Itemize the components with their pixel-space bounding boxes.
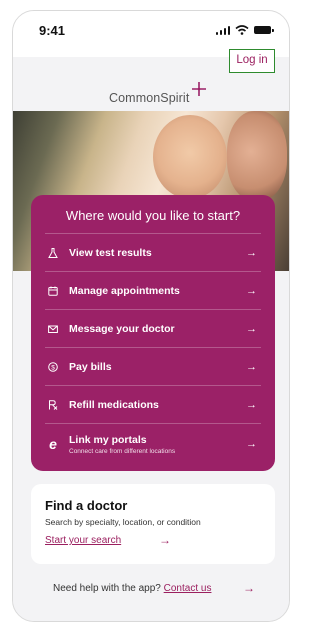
- menu-item-label: Link my portals: [69, 433, 147, 446]
- signal-icon: [215, 25, 230, 35]
- arrow-right-icon[interactable]: →: [159, 533, 171, 547]
- login-button[interactable]: Log in: [229, 49, 275, 73]
- arrow-right-icon: →: [246, 399, 257, 411]
- battery-icon: [254, 26, 274, 34]
- menu-item-label: Message your doctor: [69, 323, 175, 335]
- menu-item-manage-appointments[interactable]: Manage appointments →: [45, 271, 261, 310]
- menu-item-sublabel: Connect care from different locations: [69, 447, 176, 455]
- commonspirit-logo-icon: [192, 82, 206, 96]
- menu-item-label: View test results: [69, 247, 152, 259]
- menu-item-message-doctor[interactable]: Message your doctor →: [45, 309, 261, 348]
- start-card-title: Where would you like to start?: [65, 208, 241, 223]
- prescription-icon: [47, 399, 59, 411]
- hero-parent-image: [227, 111, 287, 201]
- arrow-right-icon: →: [246, 361, 257, 373]
- help-text: Need help with the app?: [53, 583, 161, 594]
- link-e-icon: e: [49, 436, 57, 452]
- status-icons: [215, 25, 274, 35]
- hero-child-image: [153, 115, 227, 199]
- contact-us-link[interactable]: Contact us: [164, 583, 212, 594]
- menu-item-label: Refill medications: [69, 399, 159, 411]
- start-search-link[interactable]: Start your search: [45, 535, 121, 546]
- status-time: 9:41: [39, 23, 66, 38]
- find-doctor-card: Find a doctor Search by specialty, locat…: [31, 484, 275, 564]
- arrow-right-icon: →: [246, 247, 257, 259]
- find-doctor-title: Find a doctor: [45, 498, 128, 513]
- arrow-right-icon: →: [246, 438, 257, 450]
- start-card: Where would you like to start? View test…: [31, 195, 275, 471]
- find-doctor-subtitle: Search by specialty, location, or condit…: [45, 517, 201, 527]
- menu-item-refill-medications[interactable]: Refill medications →: [45, 385, 261, 424]
- arrow-right-icon: →: [246, 323, 257, 335]
- phone-frame: 9:41 Log in CommonSpirit Where would you…: [12, 10, 290, 622]
- help-text-row: Need help with the app? Contact us: [53, 583, 211, 594]
- menu-item-link-portals[interactable]: e Link my portals Connect care from diff…: [45, 423, 261, 464]
- menu-item-label: Pay bills: [69, 361, 112, 373]
- flask-icon: [47, 247, 59, 259]
- wifi-icon: [235, 25, 249, 35]
- arrow-right-icon: →: [246, 285, 257, 297]
- calendar-icon: [47, 285, 59, 297]
- envelope-icon: [47, 323, 59, 335]
- logo-text: CommonSpirit: [109, 91, 190, 105]
- dollar-icon: $: [47, 361, 59, 373]
- menu-item-view-test-results[interactable]: View test results →: [45, 233, 261, 272]
- menu-item-label-group: Link my portals Connect care from differ…: [69, 434, 246, 455]
- menu-item-pay-bills[interactable]: $ Pay bills →: [45, 347, 261, 386]
- arrow-right-icon[interactable]: →: [243, 581, 255, 595]
- svg-text:$: $: [51, 364, 55, 371]
- menu-item-label: Manage appointments: [69, 285, 180, 297]
